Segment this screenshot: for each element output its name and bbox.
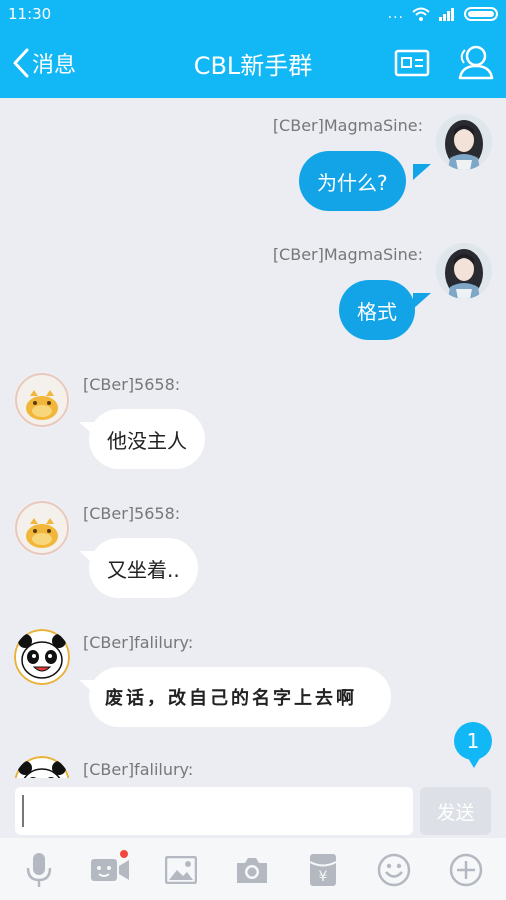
message-bubble[interactable]: 又坐着.. — [89, 538, 198, 598]
clock: 11:30 — [8, 5, 52, 23]
voice-button[interactable] — [19, 850, 59, 890]
sender-name: [CBer]falilury: — [83, 633, 194, 652]
group-profile-button[interactable] — [391, 42, 433, 84]
svg-text:¥: ¥ — [319, 869, 328, 885]
avatar[interactable] — [14, 629, 70, 685]
notification-dot — [120, 850, 128, 858]
battery-icon — [464, 7, 498, 21]
plus-icon — [449, 853, 483, 887]
sender-name: [CBer]MagmaSine: — [272, 116, 423, 135]
avatar[interactable] — [14, 372, 70, 428]
anime-girl-avatar-icon — [436, 243, 492, 299]
message-bubble[interactable]: 为什么? — [299, 151, 406, 211]
sender-name: [CBer]MagmaSine: — [272, 245, 423, 264]
avatar[interactable] — [14, 500, 70, 556]
red-packet-icon: ¥ — [309, 854, 337, 886]
message-bubble[interactable]: 废话，改自己的名字上去啊 — [89, 667, 391, 727]
more-status-icon: ... — [387, 6, 404, 22]
message-bubble[interactable]: 他没主人 — [89, 409, 205, 469]
bubble-tail — [413, 164, 431, 180]
red-packet-button[interactable]: ¥ — [303, 850, 343, 890]
image-icon — [165, 856, 197, 884]
cartoon-creature-avatar-icon — [14, 372, 70, 428]
anime-girl-avatar-icon — [436, 114, 492, 170]
message-bubble[interactable]: 格式 — [339, 280, 415, 340]
wifi-icon — [412, 7, 430, 21]
sender-name: [CBer]5658: — [83, 375, 181, 394]
more-button[interactable] — [446, 850, 486, 890]
cartoon-creature-avatar-icon — [14, 500, 70, 556]
avatar[interactable] — [436, 243, 492, 299]
bottom-toolbar: ¥ — [0, 838, 506, 900]
emoji-button[interactable] — [374, 850, 414, 890]
status-icons: ... — [388, 6, 498, 22]
input-bar: 发送 — [0, 778, 506, 838]
message-input[interactable] — [15, 787, 413, 835]
panda-avatar-icon — [14, 756, 70, 778]
status-bar: 11:30 ... — [0, 0, 506, 28]
sender-name: [CBer]5658: — [83, 504, 181, 523]
send-button[interactable]: 发送 — [420, 787, 491, 835]
emoji-icon — [377, 853, 411, 887]
chat-area[interactable]: [CBer]MagmaSine: 为什么? [CBer]MagmaSine: 格… — [0, 98, 506, 778]
signal-icon — [439, 8, 454, 21]
photo-button[interactable] — [161, 850, 201, 890]
members-icon — [458, 45, 494, 80]
avatar[interactable] — [436, 114, 492, 170]
sender-name: [CBer]falilury: — [83, 760, 194, 778]
title-bar: 消息 CBL新手群 — [0, 28, 506, 98]
camera-button[interactable] — [232, 850, 272, 890]
group-members-button[interactable] — [454, 42, 496, 84]
panda-avatar-icon — [14, 629, 70, 685]
video-icon — [91, 859, 129, 881]
avatar[interactable] — [14, 756, 70, 778]
bubble-tail — [413, 293, 431, 309]
id-card-icon — [394, 49, 430, 77]
video-button[interactable] — [90, 850, 130, 890]
text-caret — [22, 795, 24, 827]
camera-icon — [237, 858, 267, 883]
mic-icon — [26, 853, 52, 887]
unread-count-badge[interactable]: 1 — [454, 722, 492, 768]
